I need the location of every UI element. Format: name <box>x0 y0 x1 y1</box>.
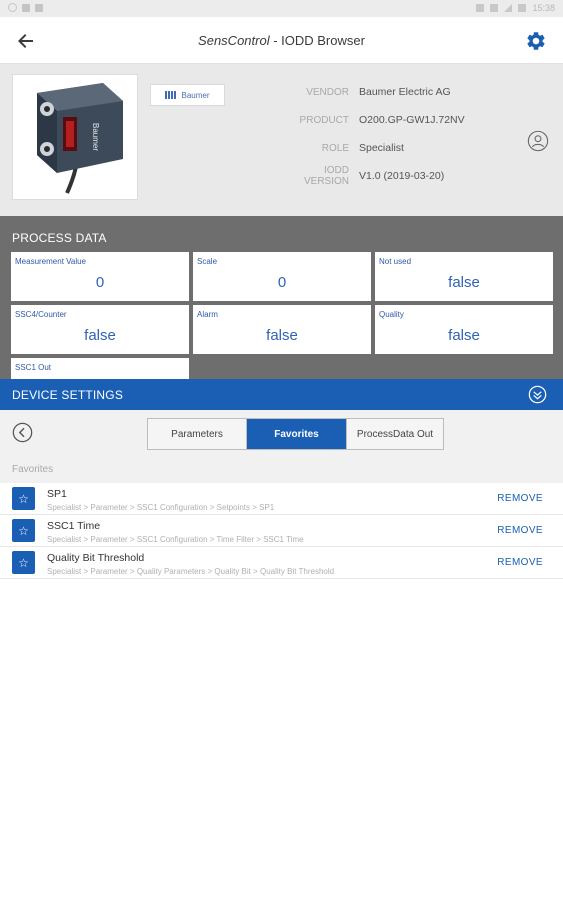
vendor-logo: Baumer <box>150 84 225 106</box>
info-row-product: PRODUCT O200.GP-GW1J.72NV <box>280 106 540 134</box>
process-card-alarm: Alarm false <box>193 305 371 354</box>
role-label: ROLE <box>321 142 349 154</box>
favorite-name: Quality Bit Threshold <box>47 552 145 564</box>
favorite-path: Specialist > Parameter > Quality Paramet… <box>47 567 335 576</box>
info-row-iodd-version: IODD VERSION V1.0 (2019-03-20) <box>280 162 540 190</box>
vendor-label: VENDOR <box>306 86 349 98</box>
status-bar: 15:38 <box>0 0 563 17</box>
vendor-value: Baumer Electric AG <box>359 86 451 98</box>
app-screen: 15:38 SensControl - IODD Browser Baumer … <box>0 0 563 900</box>
process-card-value: false <box>84 327 116 344</box>
vendor-logo-text: Baumer <box>181 90 210 100</box>
favorites-header-label: Favorites <box>12 464 54 475</box>
process-card-label: Measurement Value <box>15 257 86 266</box>
app-title: SensControl - IODD Browser <box>0 33 563 48</box>
status-left-icons <box>8 3 43 12</box>
favorite-item-ssc1-time[interactable]: ☆ SSC1 Time Specialist > Parameter > SSC… <box>0 515 563 547</box>
no-sim-icon <box>490 4 499 12</box>
tab-processdata-out[interactable]: ProcessData Out <box>346 419 443 449</box>
process-card-value: 0 <box>95 274 105 291</box>
process-card-ssc4-counter: SSC4/Counter false <box>11 305 189 354</box>
app-title-brand: SensControl <box>198 33 270 48</box>
favorites-list: ☆ SP1 Specialist > Parameter > SSC1 Conf… <box>0 483 563 579</box>
process-card-label: Not used <box>379 257 412 266</box>
process-card-value: false <box>448 327 480 344</box>
device-info-grid: VENDOR Baumer Electric AG PRODUCT O200.G… <box>280 78 540 190</box>
star-icon[interactable]: ☆ <box>12 551 35 574</box>
process-card-label: Alarm <box>197 310 218 319</box>
gear-icon[interactable] <box>525 30 547 52</box>
remove-button[interactable]: REMOVE <box>497 493 543 504</box>
vendor-logo-mark <box>165 91 177 99</box>
app-notification-icon <box>35 3 43 12</box>
product-image: Baumer <box>12 74 138 200</box>
info-row-vendor: VENDOR Baumer Electric AG <box>280 78 540 106</box>
device-settings-title: DEVICE SETTINGS <box>12 388 124 402</box>
user-role-icon[interactable] <box>527 130 549 152</box>
settings-tabs: Parameters Favorites ProcessData Out <box>147 418 444 450</box>
process-card-value: 0 <box>277 274 287 291</box>
favorite-name: SP1 <box>47 488 67 500</box>
process-card-ssc1-out: SSC1 Out <box>11 358 189 379</box>
process-data-section: PROCESS DATA Measurement Value 0 Scale 0… <box>0 216 563 379</box>
app-title-rest: - IODD Browser <box>269 33 365 48</box>
iodd-version-label: IODD VERSION <box>303 165 349 187</box>
process-card-value: false <box>448 274 480 291</box>
notification-icon <box>8 3 17 12</box>
product-label: PRODUCT <box>299 114 349 126</box>
remove-button[interactable]: REMOVE <box>497 557 543 568</box>
process-card-measurement-value: Measurement Value 0 <box>11 252 189 301</box>
image-notification-icon <box>22 3 30 12</box>
iodd-version-value: V1.0 (2019-03-20) <box>359 170 445 182</box>
favorite-name: SSC1 Time <box>47 520 101 532</box>
vibrate-icon <box>476 4 485 12</box>
favorite-path: Specialist > Parameter > SSC1 Configurat… <box>47 503 275 512</box>
signal-icon <box>504 4 513 12</box>
role-value: Specialist <box>359 142 404 154</box>
star-icon[interactable]: ☆ <box>12 487 35 510</box>
process-card-label: SSC1 Out <box>15 363 52 372</box>
sensor-illustration: Baumer <box>37 83 123 194</box>
process-card-label: Quality <box>379 310 404 319</box>
status-time: 15:38 <box>532 3 555 13</box>
favorites-header: Favorites <box>0 457 563 483</box>
remove-button[interactable]: REMOVE <box>497 525 543 536</box>
app-bar: SensControl - IODD Browser <box>0 17 563 64</box>
device-header: Baumer Baumer VENDOR Baumer Electric AG … <box>0 64 563 216</box>
battery-icon <box>518 4 527 12</box>
settings-tabs-area: Parameters Favorites ProcessData Out <box>0 410 563 457</box>
favorite-item-sp1[interactable]: ☆ SP1 Specialist > Parameter > SSC1 Conf… <box>0 483 563 515</box>
process-card-quality: Quality false <box>375 305 553 354</box>
process-card-value: false <box>266 327 298 344</box>
sensor-brand-text: Baumer <box>91 123 100 151</box>
info-row-role: ROLE Specialist <box>280 134 540 162</box>
product-value: O200.GP-GW1J.72NV <box>359 114 465 126</box>
favorite-path: Specialist > Parameter > SSC1 Configurat… <box>47 535 304 544</box>
collapse-icon[interactable] <box>528 385 547 404</box>
star-icon[interactable]: ☆ <box>12 519 35 542</box>
back-circle-icon[interactable] <box>12 422 33 443</box>
process-data-title: PROCESS DATA <box>12 231 107 245</box>
device-settings-bar[interactable]: DEVICE SETTINGS <box>0 379 563 410</box>
process-card-label: SSC4/Counter <box>15 310 67 319</box>
process-card-not-used: Not used false <box>375 252 553 301</box>
tab-parameters[interactable]: Parameters <box>148 419 246 449</box>
status-right-icons: 15:38 <box>476 3 555 13</box>
favorite-item-quality-bit-threshold[interactable]: ☆ Quality Bit Threshold Specialist > Par… <box>0 547 563 579</box>
process-card-scale: Scale 0 <box>193 252 371 301</box>
process-card-label: Scale <box>197 257 218 266</box>
tab-favorites[interactable]: Favorites <box>246 419 346 449</box>
